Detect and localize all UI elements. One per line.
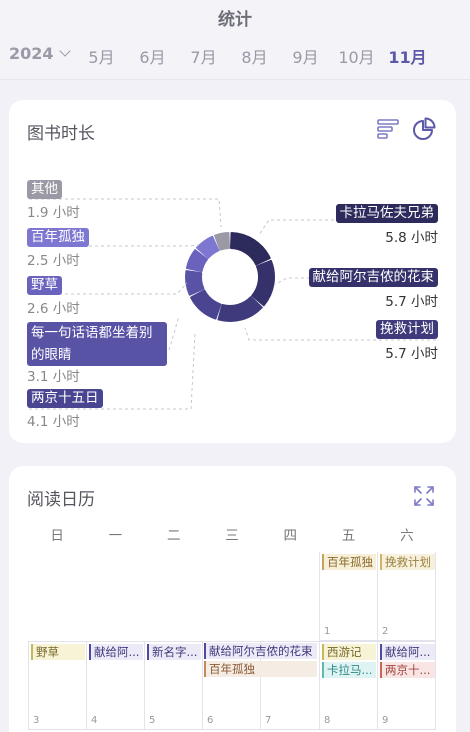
calendar-event[interactable]: 献给阿... <box>89 644 143 660</box>
month-tab[interactable]: 7月 <box>178 44 229 68</box>
calendar-event[interactable]: 卡拉马... <box>322 662 376 678</box>
calendar-day[interactable]: 新名字... 5 <box>144 641 202 730</box>
reading-calendar-card: 阅读日历 日 一 二 三 四 五 六 百年孤独 1 挽救计划 2 野草 3 献给… <box>9 466 456 732</box>
leader-lines <box>29 198 436 410</box>
chevron-down-icon <box>58 45 71 57</box>
calendar-event[interactable]: 新名字... <box>147 644 201 660</box>
donut-slice[interactable] <box>251 259 275 307</box>
calendar-day[interactable]: 西游记 卡拉马... 8 <box>319 641 377 730</box>
calendar-event[interactable]: 野草 <box>31 644 85 660</box>
year-selector[interactable]: 2024 <box>9 44 71 63</box>
weekday: 六 <box>400 528 414 544</box>
slice-value: 2.6 小时 <box>27 301 80 317</box>
slice-value: 2.5 小时 <box>27 253 80 269</box>
expand-icon[interactable] <box>412 484 436 508</box>
calendar-event-span[interactable]: 百年孤独 <box>204 661 317 677</box>
month-tab[interactable]: 5月 <box>76 44 127 68</box>
month-tab[interactable]: 8月 <box>229 44 280 68</box>
calendar-event-span[interactable]: 献给阿尔吉侬的花束 <box>204 643 317 659</box>
slice-value: 1.9 小时 <box>27 205 80 221</box>
calendar-day[interactable]: 挽救计划 2 <box>377 552 436 641</box>
calendar-day[interactable]: 献给阿... 两京十... 9 <box>377 641 436 730</box>
donut-slice[interactable] <box>217 296 263 322</box>
weekday: 一 <box>108 528 123 544</box>
donut-ring <box>185 232 275 322</box>
slice-label: 野草 <box>27 276 62 295</box>
slice-label: 两京十五日 <box>27 389 103 408</box>
day-number: 6 <box>207 715 214 726</box>
slice-value: 5.7 小时 <box>385 346 438 362</box>
weekday: 五 <box>341 528 356 544</box>
calendar-event[interactable]: 挽救计划 <box>380 554 435 570</box>
slice-label: 百年孤独 <box>27 228 89 247</box>
month-tab[interactable]: 10月 <box>331 44 382 68</box>
day-number: 5 <box>149 715 156 726</box>
donut-slice[interactable] <box>185 270 205 296</box>
slice-value: 5.7 小时 <box>385 294 438 310</box>
calendar-day[interactable]: 献给阿... 4 <box>86 641 144 730</box>
day-number: 7 <box>265 715 272 726</box>
day-number: 8 <box>324 715 331 726</box>
day-number: 4 <box>91 715 98 726</box>
weekday: 四 <box>283 528 298 544</box>
weekday-header: 日 一 二 三 四 五 六 <box>28 524 436 544</box>
calendar-day[interactable]: 百年孤独 1 <box>319 552 377 641</box>
donut-slice[interactable] <box>230 232 271 266</box>
calendar-event[interactable]: 西游记 <box>322 644 376 660</box>
slice-value: 3.1 小时 <box>27 369 80 385</box>
calendar-event[interactable]: 两京十... <box>380 662 435 678</box>
donut-slice[interactable] <box>190 289 222 320</box>
weekday: 三 <box>225 528 239 544</box>
calendar-grid: 百年孤独 1 挽救计划 2 野草 3 献给阿... 4 新名字... 5 6 7… <box>28 552 436 732</box>
month-tab[interactable]: 6月 <box>127 44 178 68</box>
slice-label-other: 其他 <box>27 180 62 199</box>
slice-value: 5.8 小时 <box>385 230 438 246</box>
slice-value: 4.1 小时 <box>27 414 80 430</box>
card-title: 阅读日历 <box>27 490 95 510</box>
slice-label: 挽救计划 <box>376 320 438 339</box>
day-number: 2 <box>382 626 389 637</box>
month-tab-active[interactable]: 11月 <box>382 44 433 68</box>
weekday: 日 <box>50 528 64 544</box>
slice-label: 献给阿尔吉侬的花束 <box>308 268 438 287</box>
slice-label: 每一句话语都坐着别的眼睛 <box>27 322 167 366</box>
day-number: 3 <box>33 715 40 726</box>
calendar-day[interactable]: 野草 3 <box>28 641 86 730</box>
day-number: 1 <box>324 626 331 637</box>
header: 统计 2024 5月 6月 7月 8月 9月 10月 11月 <box>0 0 470 80</box>
calendar-event[interactable]: 百年孤独 <box>322 554 376 570</box>
year-label: 2024 <box>9 44 54 63</box>
day-number: 9 <box>382 715 389 726</box>
book-duration-card: 图书时长 其他 1.9 小时 百年孤独 2.5 小时 野草 2.6 小时 每一句… <box>9 100 456 443</box>
month-tab[interactable]: 9月 <box>280 44 331 68</box>
month-tabs: 5月 6月 7月 8月 9月 10月 11月 <box>76 44 433 68</box>
page-title: 统计 <box>218 10 252 30</box>
weekday: 二 <box>166 528 181 544</box>
slice-label: 卡拉马佐夫兄弟 <box>335 204 438 223</box>
calendar-event[interactable]: 献给阿... <box>380 644 435 660</box>
